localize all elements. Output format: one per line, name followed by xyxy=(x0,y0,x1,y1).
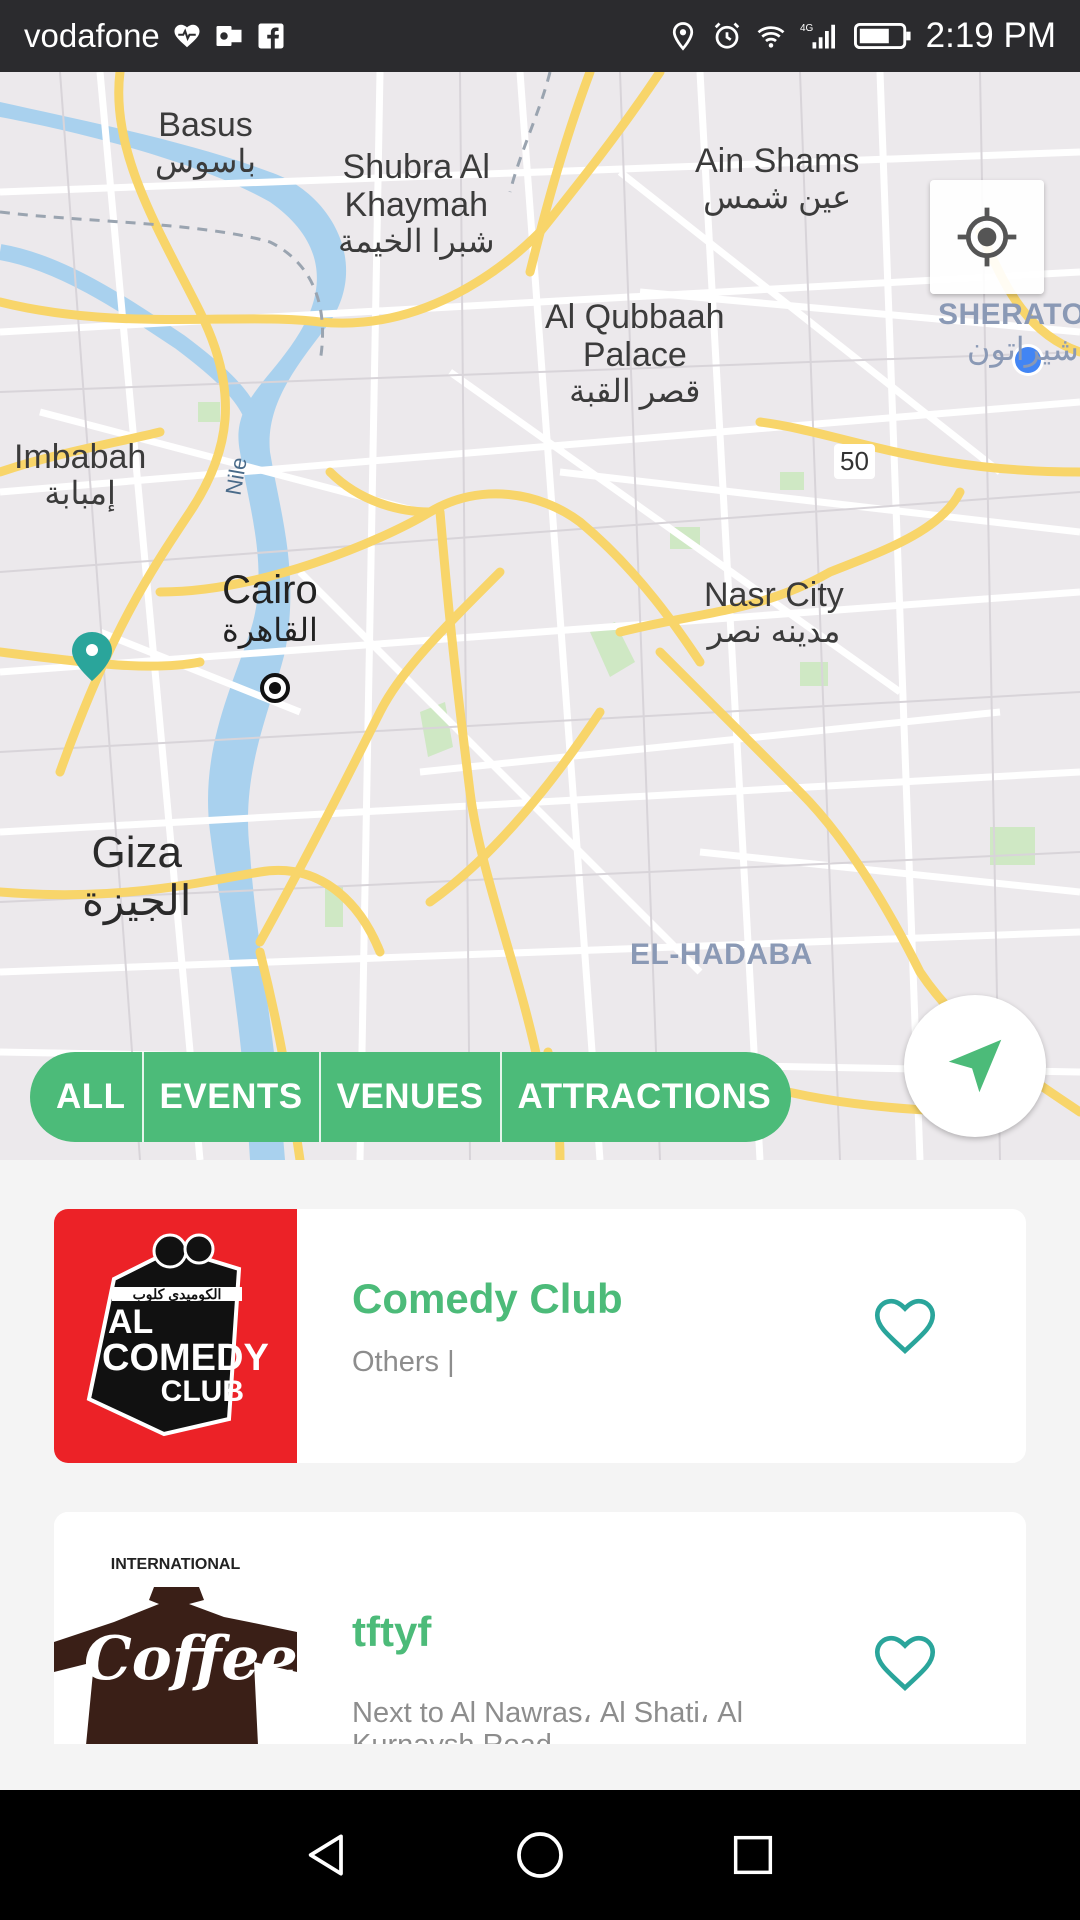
battery-icon xyxy=(853,21,912,51)
logo-text-al: AL xyxy=(108,1303,154,1341)
alarm-icon xyxy=(712,21,742,51)
status-bar: vodafone 4G 2:19 PM xyxy=(0,0,1080,72)
map-label-imbabah: Imbabah إمبابة xyxy=(14,438,147,512)
logo-text-comedy: COMEDY xyxy=(102,1337,269,1379)
crosshair-icon xyxy=(957,207,1017,267)
map-label-giza: Giza الجيزة xyxy=(82,828,192,925)
list-item[interactable]: INTERNATIONAL Coffee tftyf Next to Al Na… xyxy=(54,1512,1026,1766)
list-item[interactable]: الكوميدي كلوب AL COMEDY CLUB Comedy Club… xyxy=(54,1209,1026,1463)
map-view[interactable]: Basus باسوس Shubra Al Khaymah شبرا الخيمة A… xyxy=(0,72,1080,1160)
map-label-basus: Basus باسوس xyxy=(155,106,257,180)
listing-title: Comedy Club xyxy=(352,1275,623,1322)
signal-icon: 4G xyxy=(800,21,840,51)
carrier-label: vodafone xyxy=(24,17,160,54)
listing-subtitle: Others | xyxy=(352,1346,455,1378)
map-label-shubra: Shubra Al Khaymah شبرا الخيمة xyxy=(338,148,495,260)
coffee-logo: INTERNATIONAL Coffee xyxy=(54,1512,298,1766)
home-circle-icon xyxy=(517,1832,563,1878)
comedy-club-logo: الكوميدي كلوب AL COMEDY CLUB xyxy=(54,1209,297,1463)
filter-attractions[interactable]: ATTRACTIONS xyxy=(502,1052,792,1142)
map-label-sheraton: SHERATONشيراتون xyxy=(938,298,1080,367)
list-bottom-fade xyxy=(0,1744,1080,1790)
facebook-icon xyxy=(256,21,286,51)
favorite-heart-icon[interactable] xyxy=(870,1291,940,1361)
logo-text-coffee: Coffee xyxy=(84,1624,298,1694)
location-icon xyxy=(668,21,698,51)
map-label-cairo: Cairo القاهرة xyxy=(222,568,318,648)
system-nav-bar xyxy=(0,1790,1080,1920)
navigate-button[interactable] xyxy=(904,995,1046,1137)
logo-text-club: CLUB xyxy=(160,1375,244,1408)
favorite-heart-icon[interactable] xyxy=(870,1628,940,1698)
map-label-nasr-city: Nasr City مدينه نصر xyxy=(704,576,844,650)
back-triangle-icon xyxy=(308,1834,343,1876)
recents-square-icon xyxy=(734,1835,773,1875)
home-button[interactable] xyxy=(505,1820,575,1890)
navigation-arrow-icon xyxy=(948,1039,1002,1093)
road-shield-50: 50 xyxy=(834,444,875,479)
map-label-qubbaah: Al Qubbaah Palace قصر القبة xyxy=(545,298,725,410)
filter-events[interactable]: EVENTS xyxy=(144,1052,321,1142)
my-location-button[interactable] xyxy=(930,180,1044,294)
recents-button[interactable] xyxy=(718,1820,788,1890)
filter-all[interactable]: ALL xyxy=(30,1052,144,1142)
place-pin-icon xyxy=(72,632,112,681)
map-label-el-hadaba: EL-HADABA xyxy=(630,938,813,971)
heart-icon xyxy=(172,21,202,51)
logo-text-arabic: الكوميدي كلوب xyxy=(112,1287,242,1301)
map-base xyxy=(0,72,1080,1160)
clock: 2:19 PM xyxy=(925,16,1056,55)
google-logo: Google xyxy=(20,1152,180,1160)
listing-title: tftyf xyxy=(352,1608,432,1655)
category-filter: ALL EVENTS VENUES ATTRACTIONS xyxy=(30,1052,792,1142)
svg-text:4G: 4G xyxy=(800,23,814,34)
filter-venues[interactable]: VENUES xyxy=(321,1052,502,1142)
outlook-icon xyxy=(214,21,244,51)
map-label-ain-shams: Ain Shams عين شمس xyxy=(695,142,860,216)
wifi-icon xyxy=(756,21,786,51)
back-button[interactable] xyxy=(292,1820,362,1890)
